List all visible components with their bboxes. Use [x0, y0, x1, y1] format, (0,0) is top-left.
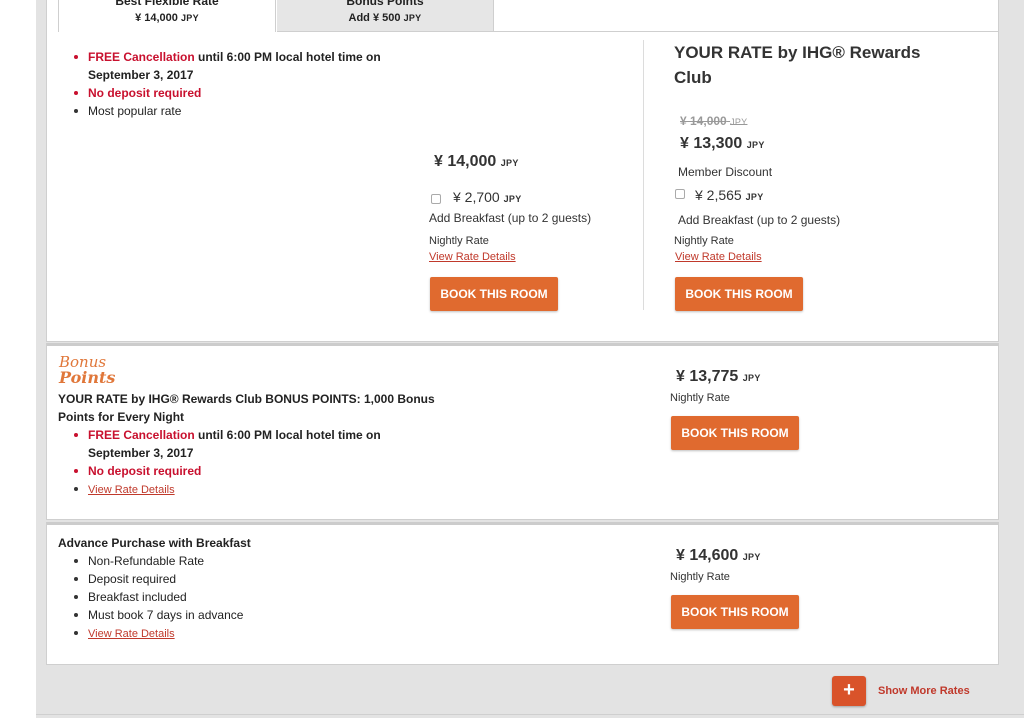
view-rate-details-link[interactable]: View Rate Details — [675, 251, 762, 263]
tab-best-flexible-rate[interactable]: Best Flexible Rate ¥ 14,000 JPY — [58, 0, 276, 32]
rate-title: YOUR RATE by IHG® Rewards Club BONUS POI… — [58, 392, 435, 424]
member-price: ¥ 13,300 JPY — [680, 135, 765, 152]
list-item: View Rate Details — [58, 624, 438, 643]
add-breakfast-checkbox[interactable] — [431, 194, 441, 204]
breakfast-label: Add Breakfast (up to 2 guests) — [678, 213, 841, 227]
list-item: No deposit required — [58, 462, 438, 480]
nightly-rate-label: Nightly Rate — [674, 235, 734, 247]
list-item: Non-Refundable Rate — [58, 552, 438, 570]
list-item: View Rate Details — [58, 480, 438, 499]
member-discount-label: Member Discount — [678, 165, 773, 179]
list-item: Breakfast included — [58, 588, 438, 606]
list-item: FREE Cancellation until 6:00 PM local ho… — [58, 426, 438, 462]
column-divider — [643, 40, 644, 310]
plus-icon[interactable]: + — [832, 676, 866, 706]
book-room-button[interactable]: BOOK THIS ROOM — [671, 416, 799, 450]
breakfast-price: ¥ 2,700 JPY — [453, 189, 522, 205]
bonus-points-logo: Bonus Points — [59, 353, 116, 387]
view-rate-details-link[interactable]: View Rate Details — [429, 251, 516, 263]
rate-features-list: FREE Cancellation until 6:00 PM local ho… — [58, 426, 438, 499]
tab-bar-border — [494, 31, 999, 32]
rate-features-list: Non-Refundable Rate Deposit required Bre… — [58, 552, 438, 643]
nightly-rate-label: Nightly Rate — [670, 571, 730, 583]
breakfast-price: ¥ 2,565 JPY — [695, 187, 764, 203]
bonus-rate-price: ¥ 13,775 JPY — [676, 368, 761, 385]
show-more-rates-link[interactable]: Show More Rates — [878, 685, 970, 697]
tab-price: Add ¥ 500 JPY — [348, 12, 422, 24]
list-item: Most popular rate — [58, 102, 438, 120]
tab-price: ¥ 14,000 JPY — [135, 12, 199, 24]
list-item: FREE Cancellation until 6:00 PM local ho… — [58, 48, 438, 84]
container-bottom-border — [36, 714, 1024, 715]
view-rate-details-link[interactable]: View Rate Details — [88, 484, 175, 496]
rate-features-list: FREE Cancellation until 6:00 PM local ho… — [58, 48, 438, 120]
standard-price: ¥ 14,000 JPY — [434, 153, 519, 170]
view-rate-details-link[interactable]: View Rate Details — [88, 628, 175, 640]
original-price: ¥ 14,000 JPY — [680, 114, 748, 128]
advance-rate-price: ¥ 14,600 JPY — [676, 547, 761, 564]
add-breakfast-checkbox[interactable] — [675, 189, 685, 199]
tab-bonus-points[interactable]: Bonus Points Add ¥ 500 JPY — [277, 0, 494, 32]
tab-title: Bonus Points — [346, 0, 424, 8]
list-item: No deposit required — [58, 84, 438, 102]
rate-title: Advance Purchase with Breakfast — [58, 536, 251, 550]
list-item: Must book 7 days in advance — [58, 606, 438, 624]
list-item: Deposit required — [58, 570, 438, 588]
book-room-button[interactable]: BOOK THIS ROOM — [430, 277, 558, 311]
book-room-button[interactable]: BOOK THIS ROOM — [671, 595, 799, 629]
breakfast-label: Add Breakfast (up to 2 guests) — [429, 211, 592, 225]
book-room-button[interactable]: BOOK THIS ROOM — [675, 277, 803, 311]
nightly-rate-label: Nightly Rate — [670, 392, 730, 404]
tab-title: Best Flexible Rate — [115, 0, 219, 8]
nightly-rate-label: Nightly Rate — [429, 235, 489, 247]
member-rate-heading: YOUR RATE by IHG® Rewards Club — [674, 43, 921, 87]
